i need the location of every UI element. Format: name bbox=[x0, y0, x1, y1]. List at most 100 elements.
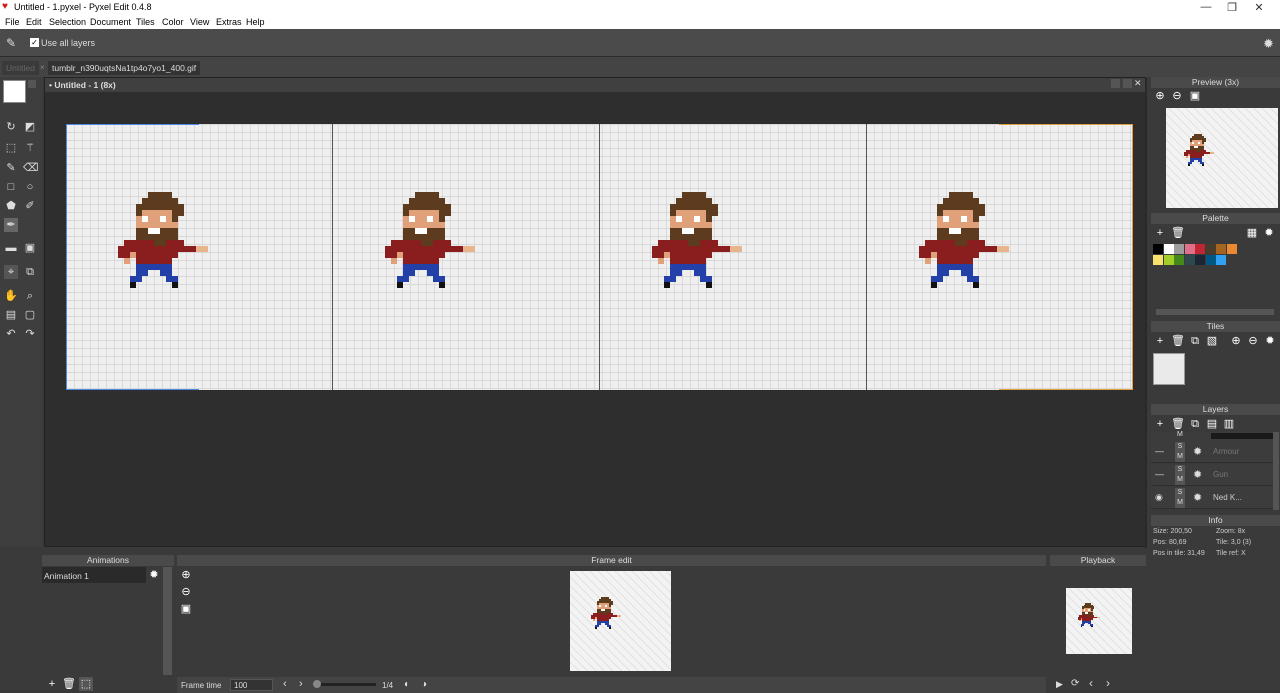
hidden-icon[interactable]: — bbox=[1155, 469, 1164, 479]
delete-layer-icon[interactable]: 🗑 bbox=[1171, 417, 1185, 431]
layers-scrollbar[interactable] bbox=[1273, 432, 1279, 510]
tile-stamp-icon[interactable]: ⧉ bbox=[23, 265, 37, 279]
zoom-icon[interactable]: ⌕ bbox=[23, 289, 37, 303]
palette-swatch[interactable] bbox=[1184, 255, 1195, 265]
playback-prev-icon[interactable]: ‹ bbox=[1089, 676, 1093, 690]
palette-swatch[interactable] bbox=[1226, 244, 1237, 254]
delete-color-icon[interactable]: 🗑 bbox=[1171, 226, 1185, 240]
play-icon[interactable]: ▶ bbox=[1056, 679, 1063, 690]
select-rect-icon[interactable]: ⬚ bbox=[4, 141, 18, 155]
doc-maximize-icon[interactable] bbox=[1123, 79, 1132, 88]
next-frame-icon[interactable]: › bbox=[299, 678, 303, 690]
layer-row[interactable]: — S M ✹ Armour bbox=[1151, 441, 1276, 463]
layer-gear-icon[interactable]: ✹ bbox=[1193, 491, 1202, 504]
palette-swatch[interactable] bbox=[1153, 244, 1163, 254]
undo-icon[interactable]: ↶ bbox=[4, 327, 18, 341]
menu-view[interactable]: View bbox=[190, 17, 209, 27]
layer-row[interactable]: ◉ S M ✹ Ned K... bbox=[1151, 487, 1276, 509]
tab-close-icon[interactable]: × bbox=[40, 63, 45, 72]
line-icon[interactable]: ▬ bbox=[4, 241, 18, 255]
frame-slider-handle[interactable] bbox=[313, 680, 321, 688]
redo-icon[interactable]: ↷ bbox=[23, 327, 37, 341]
palette-swatch[interactable] bbox=[1174, 244, 1184, 254]
palette-gear-icon[interactable]: ✹ bbox=[1262, 226, 1276, 240]
menu-edit[interactable]: Edit bbox=[26, 17, 42, 27]
onion-next-icon[interactable]: ◑ bbox=[421, 679, 427, 690]
duplicate-layer-icon[interactable]: ⧉ bbox=[1188, 417, 1202, 431]
tile-thumbnail[interactable] bbox=[1153, 353, 1185, 385]
animations-scrollbar[interactable] bbox=[163, 567, 172, 675]
color-reset-icon[interactable]: ◩ bbox=[23, 120, 37, 134]
zoom-out-icon[interactable]: ⊖ bbox=[1170, 89, 1184, 103]
zoom-in-icon[interactable]: ⊕ bbox=[1153, 89, 1167, 103]
tile-swap-icon[interactable]: ▧ bbox=[1205, 334, 1219, 348]
frame-slider[interactable] bbox=[316, 683, 376, 686]
menu-extras[interactable]: Extras bbox=[216, 17, 242, 27]
fill-bucket-icon[interactable]: ⬟ bbox=[4, 199, 18, 213]
secondary-color-swatch[interactable] bbox=[28, 80, 36, 88]
use-all-layers-checkbox[interactable]: ✓ bbox=[30, 38, 39, 47]
prev-frame-icon[interactable]: ‹ bbox=[283, 678, 287, 690]
doc-minimize-icon[interactable] bbox=[1111, 79, 1120, 88]
palette-swatch[interactable] bbox=[1216, 244, 1226, 254]
layer-row[interactable]: — S M ✹ Gun bbox=[1151, 464, 1276, 486]
palette-swatch[interactable] bbox=[1205, 244, 1216, 254]
add-layer-icon[interactable]: + bbox=[1153, 417, 1167, 431]
menu-file[interactable]: File bbox=[5, 17, 20, 27]
animation-frames-icon[interactable]: ⬚ bbox=[79, 677, 93, 691]
tiles-gear-icon[interactable]: ✹ bbox=[1263, 334, 1277, 348]
frame-fit-icon[interactable]: ▣ bbox=[179, 602, 193, 616]
duplicate-tile-icon[interactable]: ⧉ bbox=[1188, 334, 1202, 348]
frame-zoom-in-icon[interactable]: ⊕ bbox=[179, 568, 193, 582]
move-selection-icon[interactable]: ⌖ bbox=[4, 265, 18, 279]
minimize-icon[interactable]: — bbox=[1199, 1, 1213, 13]
solo-toggle[interactable]: S bbox=[1175, 442, 1185, 452]
ellipse-icon[interactable]: ○ bbox=[23, 180, 37, 194]
menu-color[interactable]: Color bbox=[162, 17, 184, 27]
tile-select-icon[interactable]: ▣ bbox=[23, 241, 37, 255]
palette-scrollbar[interactable] bbox=[1156, 309, 1274, 315]
solo-toggle[interactable]: S bbox=[1175, 465, 1185, 475]
close-icon[interactable]: ✕ bbox=[1252, 1, 1266, 14]
menu-document[interactable]: Document bbox=[90, 17, 131, 27]
canvas-scrollbar[interactable] bbox=[1145, 78, 1147, 548]
tile-frame-icon[interactable]: ▢ bbox=[23, 308, 37, 322]
layer-options-icon[interactable]: ▥ bbox=[1222, 417, 1236, 431]
loop-icon[interactable]: ⟳ bbox=[1071, 678, 1079, 689]
tile-grid-icon[interactable]: ▤ bbox=[4, 308, 18, 322]
layer-gear-icon[interactable]: ✹ bbox=[1193, 445, 1202, 458]
eraser-icon[interactable]: ⌫ bbox=[23, 161, 39, 175]
palette-swatch[interactable] bbox=[1195, 255, 1205, 265]
primary-color-swatch[interactable] bbox=[3, 80, 26, 103]
palette-swatch[interactable] bbox=[1216, 255, 1226, 265]
add-tile-icon[interactable]: + bbox=[1153, 334, 1167, 348]
palette-swatch[interactable] bbox=[1205, 255, 1216, 265]
maximize-icon[interactable]: ❐ bbox=[1225, 1, 1239, 14]
animation-gear-icon[interactable]: ✹ bbox=[147, 568, 161, 582]
tile-zoom-out-icon[interactable]: ⊖ bbox=[1246, 334, 1260, 348]
magic-wand-icon[interactable]: ⚚ bbox=[23, 141, 37, 155]
playback-next-icon[interactable]: › bbox=[1106, 676, 1110, 690]
menu-help[interactable]: Help bbox=[246, 17, 265, 27]
frame-zoom-out-icon[interactable]: ⊖ bbox=[179, 585, 193, 599]
palette-swatch[interactable] bbox=[1163, 244, 1174, 254]
palette-swatch[interactable] bbox=[1195, 244, 1205, 254]
hidden-icon[interactable]: — bbox=[1155, 446, 1164, 456]
mute-toggle[interactable]: M bbox=[1175, 498, 1185, 508]
color-swap-icon[interactable]: ↻ bbox=[4, 120, 18, 134]
palette-swatch[interactable] bbox=[1153, 255, 1163, 265]
menu-selection[interactable]: Selection bbox=[49, 17, 86, 27]
tab-gif[interactable]: tumblr_n390uqtsNa1tp4o7yo1_400.gif bbox=[48, 61, 201, 75]
delete-animation-icon[interactable]: 🗑 bbox=[62, 677, 76, 691]
onion-prev-icon[interactable]: ◐ bbox=[404, 679, 410, 690]
doc-close-icon[interactable]: ✕ bbox=[1134, 78, 1142, 89]
eye-icon[interactable]: ◉ bbox=[1155, 492, 1163, 503]
add-color-icon[interactable]: + bbox=[1153, 226, 1167, 240]
mute-toggle[interactable]: M bbox=[1175, 475, 1185, 485]
palette-swatch[interactable] bbox=[1174, 255, 1184, 265]
eyedropper-tool-icon[interactable]: ✐ bbox=[23, 199, 37, 213]
solo-toggle[interactable]: S bbox=[1175, 488, 1185, 498]
rectangle-icon[interactable]: □ bbox=[4, 180, 18, 194]
hand-icon[interactable]: ✋ bbox=[4, 289, 18, 303]
fit-icon[interactable]: ▣ bbox=[1188, 89, 1202, 103]
